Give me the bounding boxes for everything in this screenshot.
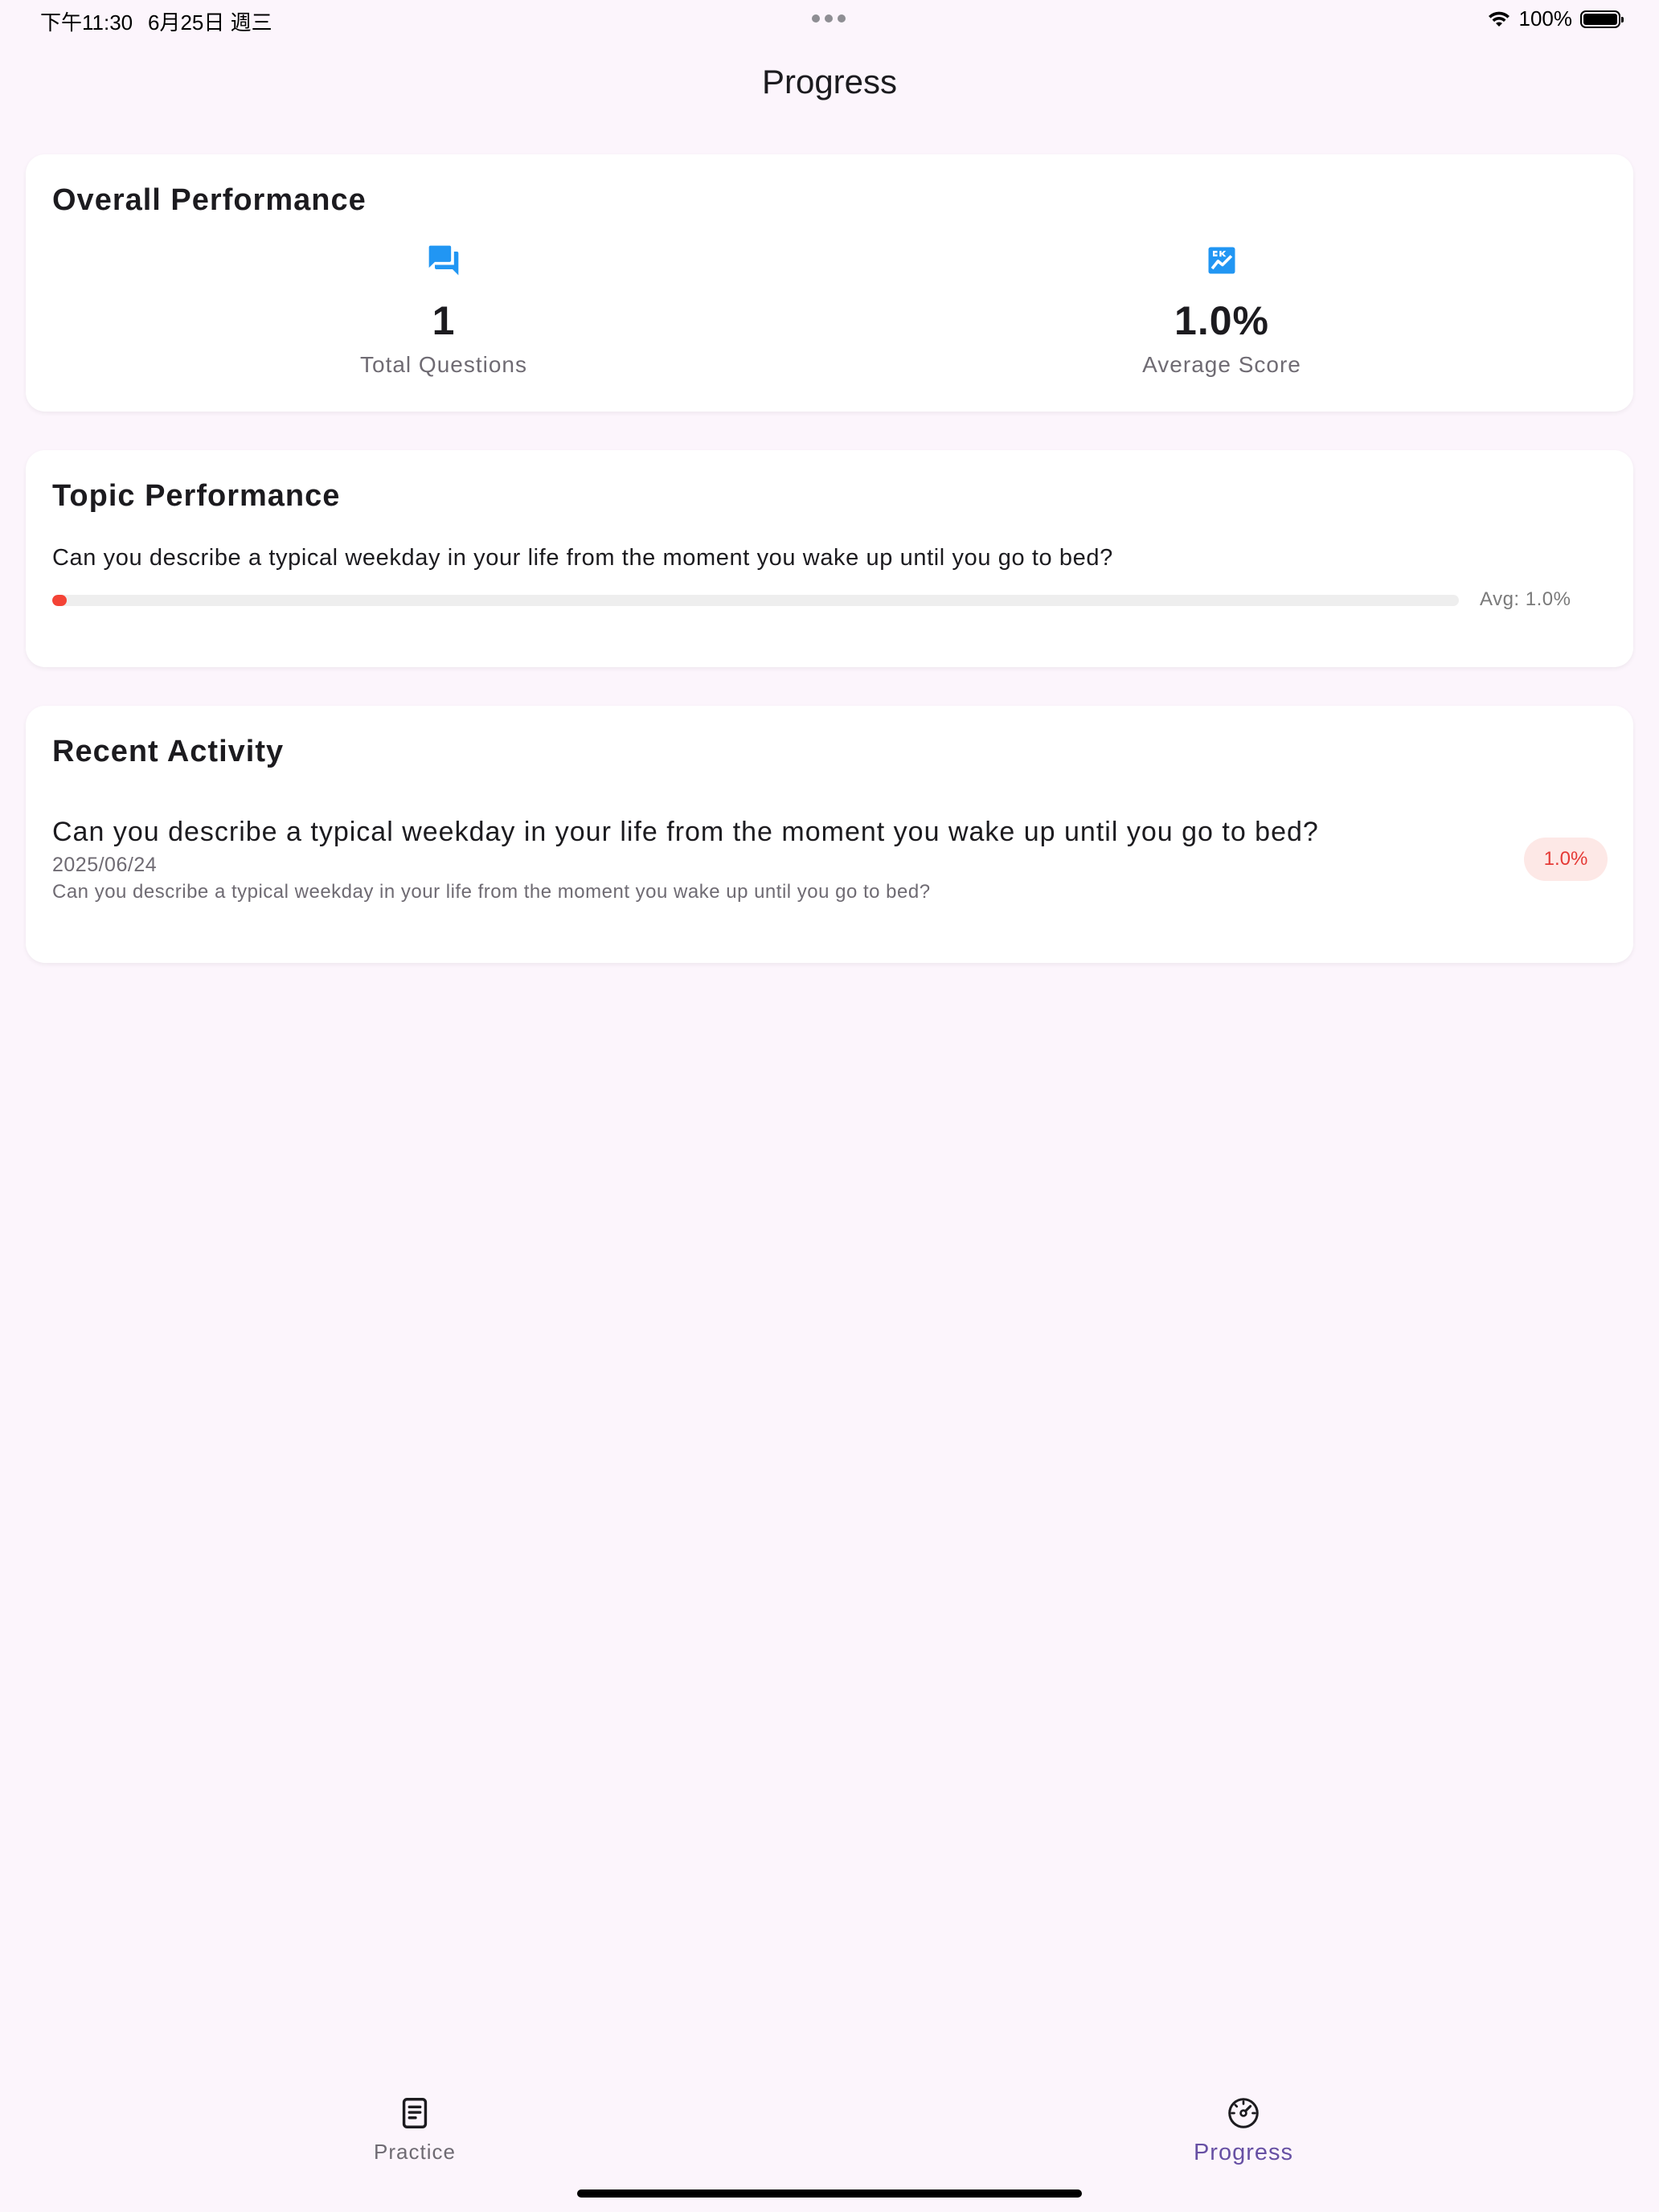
recent-activity-card: Recent Activity Can you describe a typic… [26,706,1633,963]
nav-progress-label: Progress [1193,2140,1294,2165]
topic-average-label: Avg: 1.0% [1480,588,1571,610]
activity-item-date: 2025/06/24 [52,854,158,876]
nav-progress[interactable]: Progress [1123,2095,1364,2166]
page-title: Progress [761,63,898,100]
home-indicator[interactable] [577,2189,1082,2198]
topic-performance-title: Topic Performance [52,479,341,513]
topic-performance-card: Topic Performance Can you describe a typ… [26,450,1633,667]
total-questions-stat: 1 Total Questions [203,243,685,378]
status-bar: 下午11:30 6月25日 週三 100% [0,0,1659,39]
average-score-label: Average Score [1142,352,1301,377]
status-date: 6月25日 週三 [148,10,272,35]
nav-practice-label: Practice [374,2140,456,2164]
speedometer-icon [1228,2098,1259,2128]
activity-list-item[interactable]: Can you describe a typical weekday in yo… [26,706,1633,963]
multitasking-dots-icon[interactable] [812,14,846,23]
status-right: 100% [1487,6,1624,31]
wifi-icon [1488,11,1509,27]
battery-percentage: 100% [1518,6,1573,31]
document-icon [402,2098,428,2128]
score-chart-icon [1208,247,1235,274]
overall-performance-title: Overall Performance [52,183,367,217]
nav-practice[interactable]: Practice [294,2095,535,2165]
average-score-value: 1.0% [1174,298,1269,343]
activity-score-badge: 1.0% [1524,838,1608,881]
topic-question: Can you describe a typical weekday in yo… [52,545,1113,571]
activity-item-title: Can you describe a typical weekday in yo… [52,817,1319,847]
forum-icon [428,245,459,276]
activity-item-description: Can you describe a typical weekday in yo… [52,881,931,903]
topic-progress-fill [52,595,67,606]
total-questions-value: 1 [432,298,456,343]
average-score-stat: 1.0% Average Score [981,243,1463,378]
status-time: 下午11:30 [40,10,133,35]
total-questions-label: Total Questions [360,352,527,377]
topic-progress-bar [52,595,1459,606]
overall-performance-card: Overall Performance 1 Total Questions 1.… [26,154,1633,412]
battery-icon [1580,10,1624,28]
